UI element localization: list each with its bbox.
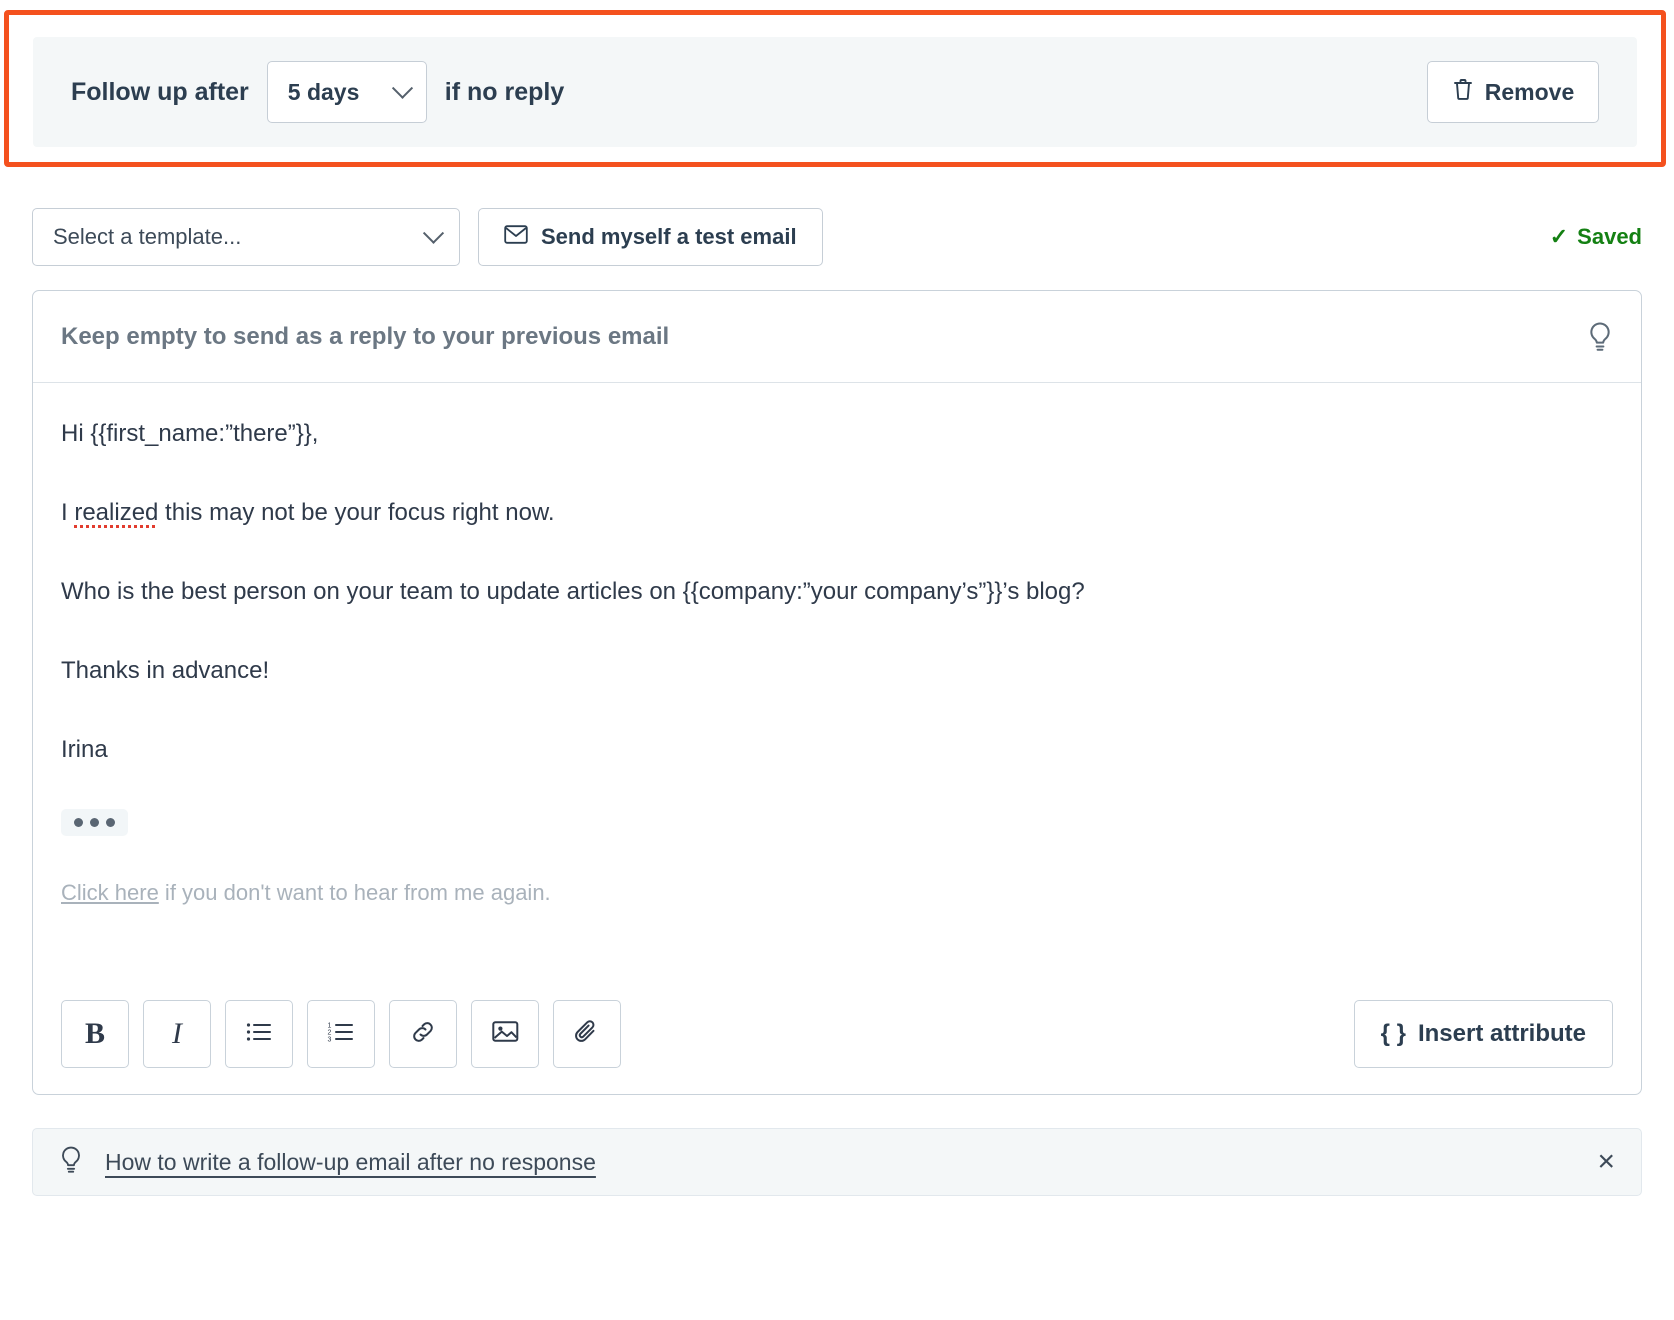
body-line-4: Thanks in advance! [61,657,270,684]
link-icon [410,1019,436,1050]
followup-email-editor: Follow up after 5 days if no reply Remov… [0,0,1674,1320]
formatting-toolbar: B I 1 2 3 {} Insert attribute [61,1000,1613,1068]
send-test-email-label: Send myself a test email [541,224,797,249]
bold-icon: B [84,1017,105,1050]
braces-icon: { } [1380,1020,1406,1047]
body-line-3: Who is the best person on your team to u… [61,578,1085,605]
tip-bar: How to write a follow-up email after no … [32,1128,1642,1196]
subject-row[interactable]: Keep empty to send as a reply to your pr… [33,291,1641,383]
envelope-icon [504,224,528,250]
dot-icon [90,818,99,827]
bulleted-list-icon [245,1020,273,1049]
unsubscribe-line: Click here if you don't want to hear fro… [61,880,1613,906]
trash-icon [1452,77,1474,107]
image-button[interactable] [471,1000,539,1068]
chevron-down-icon [422,222,445,244]
insert-attribute-label: Insert attribute [1417,1020,1586,1047]
followup-timing-bar: Follow up after 5 days if no reply Remov… [33,37,1637,147]
dot-icon [74,818,83,827]
subject-placeholder: Keep empty to send as a reply to your pr… [61,322,670,350]
followup-delay-value: 5 days [287,78,360,105]
template-select-value: Select a template... [53,224,242,249]
paperclip-icon [575,1018,599,1051]
numbered-list-icon: 1 2 3 [327,1020,355,1049]
svg-text:3: 3 [328,1036,332,1043]
followup-prefix-label: Follow up after [71,77,249,106]
lightbulb-icon[interactable] [1587,321,1613,353]
link-button[interactable] [389,1000,457,1068]
chevron-down-icon [391,77,413,99]
body-line-2-pre: I [61,499,75,526]
close-icon[interactable]: × [1597,1147,1615,1177]
template-toolbar: Select a template... Send myself a test … [32,208,1642,266]
unsubscribe-rest: if you don't want to hear from me again. [158,880,551,905]
bulleted-list-button[interactable] [225,1000,293,1068]
svg-text:1: 1 [328,1022,332,1029]
dot-icon [106,818,115,827]
unsubscribe-link[interactable]: Click here [61,880,159,905]
italic-button[interactable]: I [143,1000,211,1068]
body-line-2: I realized this may not be your focus ri… [61,498,1613,528]
status-badge: ✓ Saved [1550,224,1642,250]
insert-attribute-button[interactable]: { } Insert attribute [1353,1000,1613,1068]
email-composer-card: Keep empty to send as a reply to your pr… [32,290,1642,1095]
svg-text:2: 2 [328,1029,332,1036]
attachment-button[interactable] [553,1000,621,1068]
body-signature-name: Irina [61,736,108,763]
body-line-2-post: this may not be your focus right now. [158,499,555,526]
numbered-list-button[interactable]: 1 2 3 [307,1000,375,1068]
remove-button-label: Remove [1484,78,1575,105]
followup-delay-select[interactable]: 5 days [266,61,427,123]
italic-icon: I [172,1017,182,1050]
followup-timing-highlight: Follow up after 5 days if no reply Remov… [4,10,1666,167]
body-greeting: Hi {{first_name:”there”}}, [61,420,319,447]
template-select[interactable]: Select a template... [32,208,460,266]
bold-button[interactable]: B [61,1000,129,1068]
signature-ellipsis-button[interactable] [61,809,128,836]
misspelled-word: realized [74,499,159,526]
send-test-email-button[interactable]: Send myself a test email [478,208,823,266]
email-body[interactable]: Hi {{first_name:”there”}}, I realized th… [33,383,1641,1010]
saved-label: Saved [1577,224,1642,249]
followup-suffix-label: if no reply [444,77,565,106]
lightbulb-icon [59,1145,83,1180]
check-icon: ✓ [1549,224,1569,249]
remove-button[interactable]: Remove [1427,61,1599,123]
image-icon [491,1020,519,1048]
tip-link[interactable]: How to write a follow-up email after no … [105,1149,596,1176]
